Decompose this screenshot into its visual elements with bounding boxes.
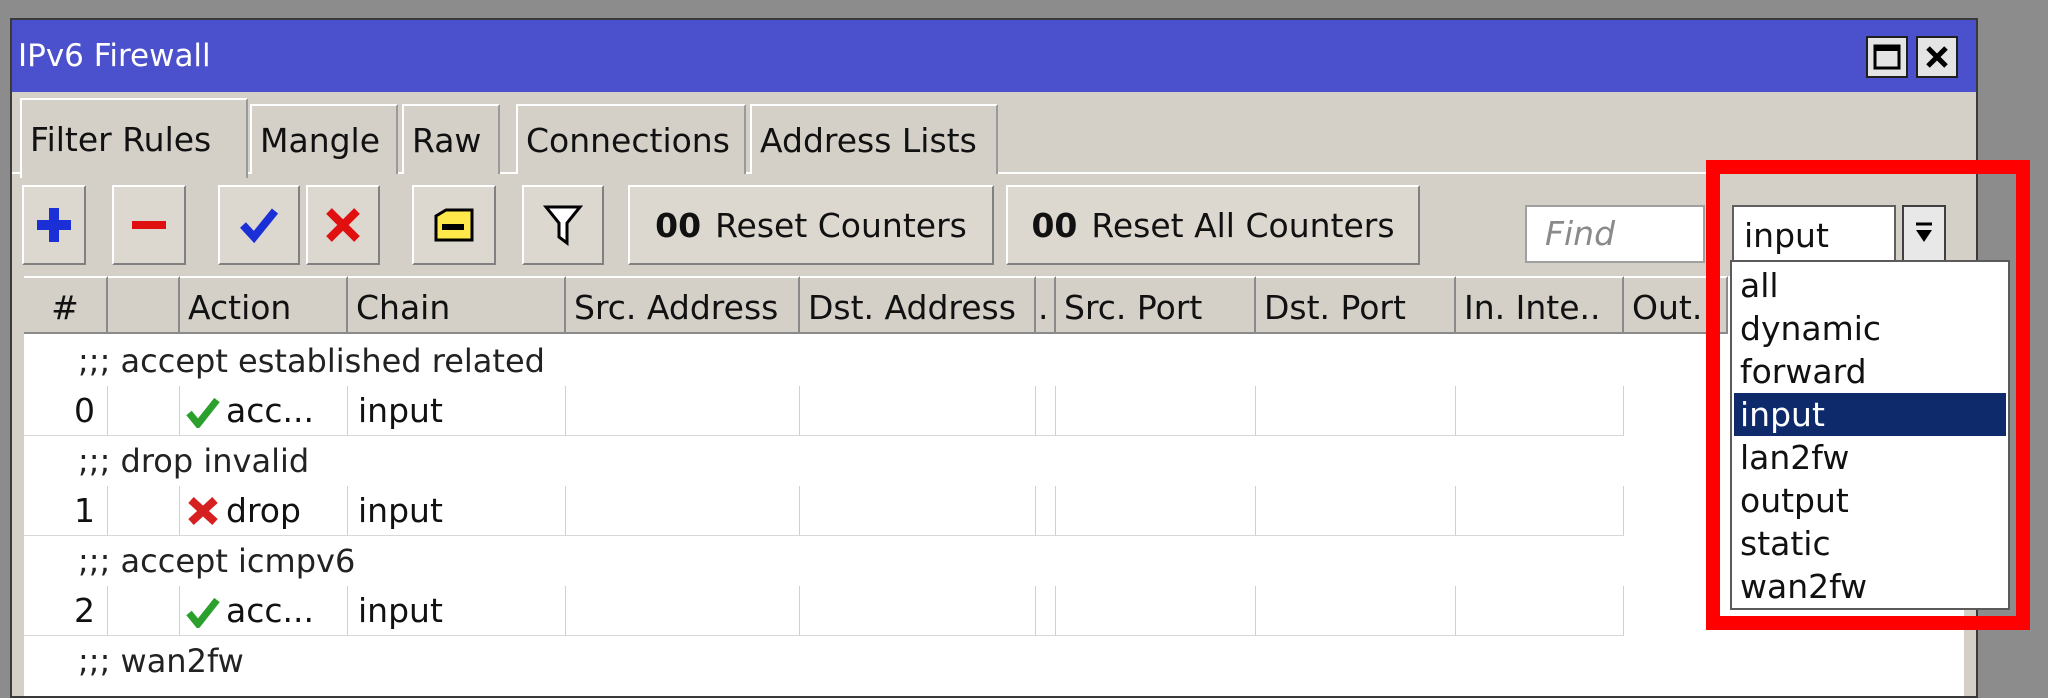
rule-number: 0 xyxy=(24,386,108,436)
add-button[interactable] xyxy=(22,185,86,265)
rule-dst-port xyxy=(1256,486,1456,536)
check-icon xyxy=(186,597,220,628)
col-header-dst-address[interactable]: Dst. Address xyxy=(800,276,1036,334)
close-icon xyxy=(1926,46,1948,68)
rule-dst-address xyxy=(800,486,1036,536)
rule-flags xyxy=(108,386,180,436)
reset-counters-button[interactable]: 00 Reset Counters xyxy=(628,185,994,265)
comment-button[interactable] xyxy=(412,185,496,265)
plus-icon xyxy=(37,208,71,242)
check-icon xyxy=(186,397,220,428)
table-row[interactable]: 2 acc... input xyxy=(24,586,1964,636)
rule-in-interface xyxy=(1456,486,1624,536)
reset-counters-label: Reset Counters xyxy=(715,205,967,245)
x-icon xyxy=(188,497,218,525)
tab-mangle[interactable]: Mangle xyxy=(250,104,398,174)
rule-flags xyxy=(108,486,180,536)
rule-action: drop xyxy=(180,486,348,536)
rule-in-interface xyxy=(1456,586,1624,636)
find-input[interactable]: Find xyxy=(1525,205,1705,263)
rule-dst-port xyxy=(1256,386,1456,436)
rule-action-label: drop xyxy=(226,491,301,530)
rule-proto xyxy=(1036,586,1056,636)
rule-chain: input xyxy=(348,386,566,436)
tab-raw[interactable]: Raw xyxy=(402,104,500,174)
maximize-button[interactable] xyxy=(1866,36,1908,78)
rule-src-address xyxy=(566,486,800,536)
reset-all-counters-label: Reset All Counters xyxy=(1091,205,1395,245)
rule-dst-port xyxy=(1256,586,1456,636)
x-icon xyxy=(326,208,360,242)
close-button[interactable] xyxy=(1916,36,1958,78)
rule-src-address xyxy=(566,586,800,636)
col-header-proto[interactable]: . xyxy=(1036,276,1056,334)
tab-connections[interactable]: Connections xyxy=(516,104,746,174)
rule-chain: input xyxy=(348,486,566,536)
rule-src-port xyxy=(1056,586,1256,636)
rule-action: acc... xyxy=(180,386,348,436)
rule-number: 1 xyxy=(24,486,108,536)
rule-action: acc... xyxy=(180,586,348,636)
col-header-flags[interactable] xyxy=(108,276,180,334)
rule-proto xyxy=(1036,486,1056,536)
rule-number: 2 xyxy=(24,586,108,636)
rule-chain: input xyxy=(348,586,566,636)
rule-dst-address xyxy=(800,386,1036,436)
table-row[interactable]: 1 drop input xyxy=(24,486,1964,536)
funnel-icon xyxy=(543,205,583,246)
rule-src-address xyxy=(566,386,800,436)
rule-src-port xyxy=(1056,486,1256,536)
col-header-in-interface[interactable]: In. Inte.. xyxy=(1456,276,1624,334)
counter-reset-icon: 00 xyxy=(655,205,702,245)
rule-comment: ;;; accept icmpv6 xyxy=(78,542,356,580)
disable-button[interactable] xyxy=(306,185,380,265)
rule-dst-address xyxy=(800,586,1036,636)
enable-button[interactable] xyxy=(218,185,300,265)
rule-comment: ;;; wan2fw xyxy=(78,642,244,680)
rule-in-interface xyxy=(1456,386,1624,436)
rule-action-label: acc... xyxy=(226,391,314,430)
col-header-chain[interactable]: Chain xyxy=(348,276,566,334)
note-icon xyxy=(434,208,474,242)
rule-flags xyxy=(108,586,180,636)
tab-filter-rules[interactable]: Filter Rules xyxy=(20,98,248,178)
table-row[interactable]: 0 acc... input xyxy=(24,386,1964,436)
col-header-dst-port[interactable]: Dst. Port xyxy=(1256,276,1456,334)
rule-comment: ;;; drop invalid xyxy=(78,442,310,480)
remove-button[interactable] xyxy=(112,185,186,265)
window-title: IPv6 Firewall xyxy=(18,38,211,74)
rule-comment: ;;; accept established related xyxy=(78,342,545,380)
check-icon xyxy=(240,208,279,244)
tab-address-lists[interactable]: Address Lists xyxy=(750,104,998,174)
col-header-number[interactable]: # xyxy=(24,276,108,334)
minus-icon xyxy=(132,221,166,229)
col-header-src-port[interactable]: Src. Port xyxy=(1056,276,1256,334)
reset-all-counters-button[interactable]: 00 Reset All Counters xyxy=(1006,185,1420,265)
counter-reset-all-icon: 00 xyxy=(1031,205,1078,245)
rule-proto xyxy=(1036,386,1056,436)
col-header-src-address[interactable]: Src. Address xyxy=(566,276,800,334)
highlight-box xyxy=(1706,160,2030,630)
col-header-action[interactable]: Action xyxy=(180,276,348,334)
rule-src-port xyxy=(1056,386,1256,436)
maximize-icon xyxy=(1873,44,1901,70)
filter-button[interactable] xyxy=(522,185,604,265)
window-titlebar[interactable] xyxy=(12,20,1976,92)
rule-action-label: acc... xyxy=(226,591,314,630)
